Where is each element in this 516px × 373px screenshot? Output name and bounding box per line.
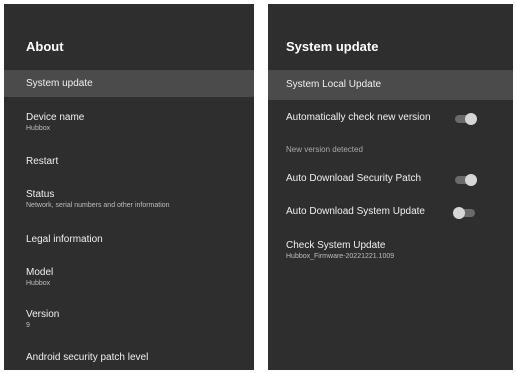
status-item[interactable]: Status Network, serial numbers and other… bbox=[4, 189, 254, 209]
model-label: Model bbox=[26, 267, 54, 278]
auto-download-system-toggle[interactable] bbox=[453, 207, 475, 219]
auto-download-system-item[interactable]: Auto Download System Update bbox=[268, 206, 513, 220]
device-name-value: Hubbox bbox=[26, 125, 51, 132]
status-description: Network, serial numbers and other inform… bbox=[26, 202, 170, 209]
version-item[interactable]: Version 9 bbox=[4, 309, 254, 329]
auto-download-security-item[interactable]: Auto Download Security Patch bbox=[268, 173, 513, 187]
system-update-panel: System update System Local Update Automa… bbox=[268, 4, 513, 370]
restart-label: Restart bbox=[26, 156, 59, 167]
auto-check-item[interactable]: Automatically check new version bbox=[268, 112, 513, 126]
device-name-label: Device name bbox=[26, 112, 85, 123]
auto-download-system-label: Auto Download System Update bbox=[286, 206, 425, 217]
new-version-section: New version detected bbox=[268, 145, 513, 154]
system-local-update-item[interactable]: System Local Update bbox=[268, 70, 513, 100]
legal-information-label: Legal information bbox=[26, 234, 103, 245]
check-system-update-item[interactable]: Check System Update Hubbox_Firmware-2022… bbox=[268, 240, 513, 260]
toggle-knob bbox=[465, 113, 477, 125]
system-update-item[interactable]: System update bbox=[4, 70, 254, 97]
security-patch-item[interactable]: Android security patch level bbox=[4, 352, 254, 363]
toggle-knob bbox=[465, 174, 477, 186]
system-update-title: System update bbox=[286, 39, 379, 54]
new-version-label: New version detected bbox=[286, 145, 363, 154]
security-patch-label: Android security patch level bbox=[26, 352, 149, 363]
restart-item[interactable]: Restart bbox=[4, 156, 254, 167]
model-value: Hubbox bbox=[26, 280, 51, 287]
toggle-knob bbox=[453, 207, 465, 219]
auto-check-toggle[interactable] bbox=[455, 113, 477, 125]
legal-information-item[interactable]: Legal information bbox=[4, 234, 254, 245]
auto-download-security-toggle[interactable] bbox=[455, 174, 477, 186]
about-panel: About System update Device name Hubbox R… bbox=[4, 4, 254, 370]
auto-download-security-label: Auto Download Security Patch bbox=[286, 173, 422, 184]
system-update-label: System update bbox=[26, 78, 93, 89]
version-value: 9 bbox=[26, 322, 30, 329]
model-item[interactable]: Model Hubbox bbox=[4, 267, 254, 287]
version-label: Version bbox=[26, 309, 60, 320]
about-title: About bbox=[26, 39, 64, 54]
auto-check-label: Automatically check new version bbox=[286, 112, 431, 123]
status-label: Status bbox=[26, 189, 55, 200]
system-local-update-label: System Local Update bbox=[286, 79, 382, 90]
firmware-version: Hubbox_Firmware-20221221.1009 bbox=[286, 253, 395, 260]
check-system-update-label: Check System Update bbox=[286, 240, 386, 251]
device-name-item[interactable]: Device name Hubbox bbox=[4, 112, 254, 132]
